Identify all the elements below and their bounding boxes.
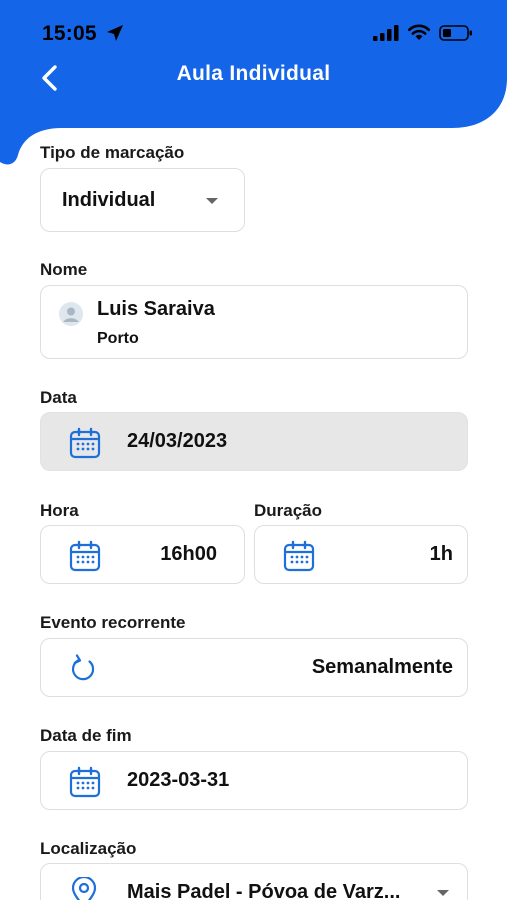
date-label: Data xyxy=(40,388,77,407)
end-date-label: Data de fim xyxy=(40,726,132,745)
page-title: Aula Individual xyxy=(176,62,331,85)
wifi-icon xyxy=(407,24,431,40)
location-value: Mais Padel - Póvoa de Varz... xyxy=(127,881,401,900)
time-field[interactable]: 16h00 xyxy=(40,525,245,584)
status-time: 15:05 xyxy=(42,22,97,45)
calendar-icon xyxy=(69,766,101,798)
booking-type-select[interactable]: Individual xyxy=(40,168,245,232)
calendar-icon xyxy=(69,540,101,572)
cellular-signal-icon xyxy=(373,24,399,41)
end-date-value: 2023-03-31 xyxy=(127,769,230,791)
time-value: 16h00 xyxy=(160,543,217,565)
calendar-icon xyxy=(283,540,315,572)
battery-icon xyxy=(439,24,472,41)
location-label: Localização xyxy=(40,839,137,858)
name-subtitle: Porto xyxy=(97,330,139,347)
calendar-icon xyxy=(69,427,101,459)
booking-type-value: Individual xyxy=(62,189,156,211)
date-field[interactable]: 24/03/2023 xyxy=(40,412,468,471)
time-label: Hora xyxy=(40,501,79,520)
duration-field[interactable]: 1h xyxy=(254,525,468,584)
repeat-icon xyxy=(71,654,95,681)
name-value: Luis Saraiva xyxy=(97,298,215,320)
avatar-icon xyxy=(59,302,83,326)
booking-type-label: Tipo de marcação xyxy=(40,143,185,162)
end-date-field[interactable]: 2023-03-31 xyxy=(40,751,468,810)
recurring-value: Semanalmente xyxy=(311,656,453,678)
date-value: 24/03/2023 xyxy=(127,430,228,452)
status-bar: 15:05 xyxy=(0,0,507,60)
dropdown-arrow-icon xyxy=(437,890,449,896)
name-field[interactable]: Luis Saraiva Porto xyxy=(40,285,468,359)
location-select[interactable]: Mais Padel - Póvoa de Varz... xyxy=(40,863,468,900)
name-label: Nome xyxy=(40,260,88,279)
recurring-select[interactable]: Semanalmente xyxy=(40,638,468,697)
dropdown-arrow-icon xyxy=(206,198,218,204)
recurring-label: Evento recorrente xyxy=(40,613,186,632)
location-arrow-icon xyxy=(107,25,123,41)
map-pin-icon xyxy=(71,877,97,900)
duration-label: Duração xyxy=(254,501,323,520)
duration-value: 1h xyxy=(429,543,453,565)
